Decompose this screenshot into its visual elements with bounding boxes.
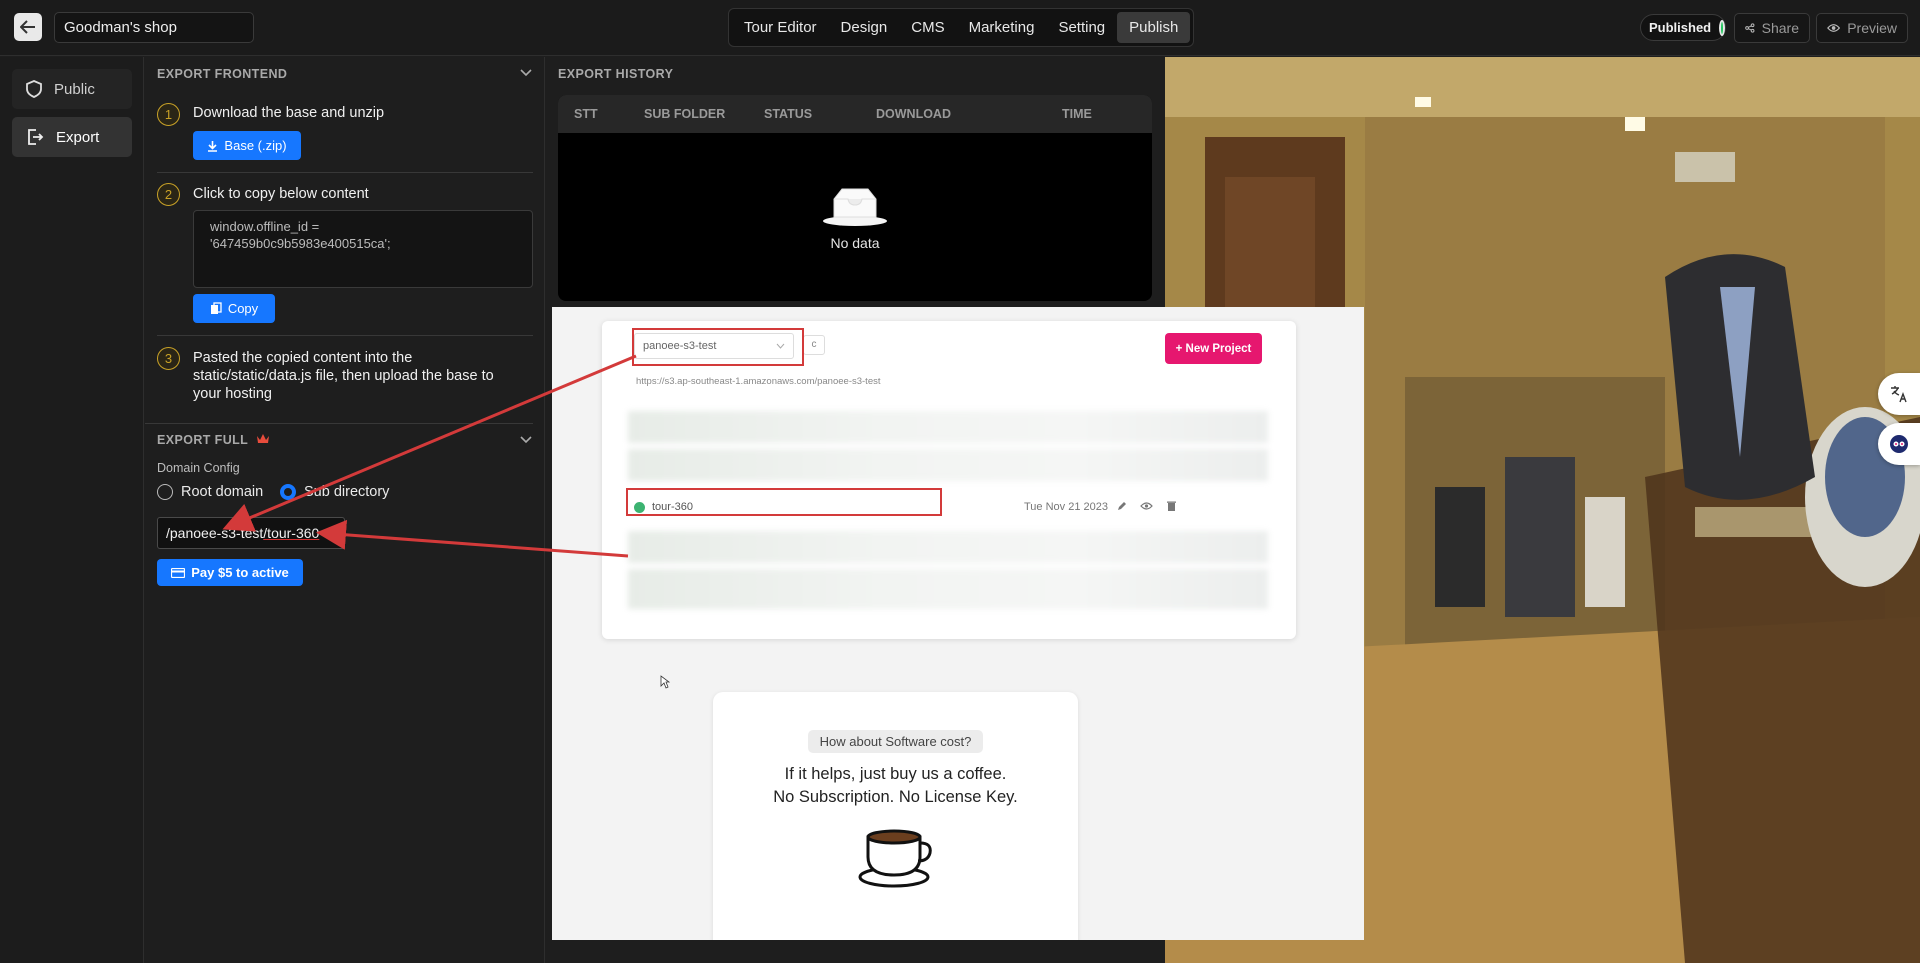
col-time: TIME: [1062, 107, 1092, 121]
refresh-button[interactable]: c: [803, 335, 825, 355]
preview-button[interactable]: Preview: [1816, 13, 1908, 43]
export-panel: EXPORT FRONTEND 1 Download the base and …: [145, 57, 545, 963]
share-label: Share: [1761, 20, 1799, 36]
credit-card-icon: [171, 567, 186, 578]
new-project-button[interactable]: + New Project: [1165, 333, 1262, 364]
shop-name-input[interactable]: Goodman's shop: [54, 12, 254, 43]
col-sub-folder: SUB FOLDER: [644, 107, 726, 121]
empty-state: No data: [558, 133, 1152, 301]
export-frontend-heading: EXPORT FRONTEND: [157, 67, 288, 81]
bot-icon: [1890, 435, 1908, 453]
copy-icon: [210, 302, 222, 314]
sub-directory-input[interactable]: /panoee-s3-test/tour-360: [157, 517, 345, 549]
preview-label: Preview: [1847, 20, 1897, 36]
export-full-heading: EXPORT FULL: [157, 433, 270, 447]
left-sidebar: Public Export: [0, 57, 144, 963]
empty-text: No data: [830, 235, 880, 251]
table-header: STT SUB FOLDER STATUS DOWNLOAD TIME: [558, 95, 1152, 133]
step-text: Click to copy below content: [193, 186, 369, 202]
path-folder: /tour-360: [263, 525, 320, 541]
translate-button[interactable]: [1878, 373, 1920, 415]
share-icon: [1745, 23, 1755, 33]
sidebar-item-label: Export: [56, 128, 100, 146]
tour-date: Tue Nov 21 2023: [1024, 501, 1108, 513]
published-toggle[interactable]: Published: [1640, 14, 1726, 41]
sidebar-item-export[interactable]: Export: [12, 117, 132, 157]
nav-setting[interactable]: Setting: [1046, 12, 1117, 43]
blurred-row: [628, 449, 1268, 481]
coffee-line: If it helps, just buy us a coffee.: [784, 765, 1007, 783]
offline-id-textarea[interactable]: window.offline_id = '647459b0c9b5983e400…: [193, 210, 533, 288]
arrow-left-icon: [20, 20, 35, 34]
shield-icon: [26, 80, 42, 98]
pay-label: Pay $5 to active: [191, 565, 289, 580]
tutorial-overlay: panoee-s3-test c + New Project https://s…: [552, 307, 1364, 940]
chevron-down-icon[interactable]: [520, 69, 532, 77]
copy-label: Copy: [227, 301, 259, 316]
export-history-table: STT SUB FOLDER STATUS DOWNLOAD TIME No d…: [558, 95, 1152, 301]
domain-config-label: Domain Config: [157, 461, 240, 475]
coffee-line: No Subscription. No License Key.: [773, 788, 1018, 806]
col-status: STATUS: [764, 107, 813, 121]
nav-cms[interactable]: CMS: [899, 12, 956, 43]
edit-icon[interactable]: [1116, 500, 1128, 512]
sidebar-item-public[interactable]: Public: [12, 69, 132, 109]
empty-inbox-icon: [823, 188, 887, 226]
nav-marketing[interactable]: Marketing: [957, 12, 1047, 43]
code-line: '647459b0c9b5983e400515ca';: [210, 236, 391, 251]
path-bucket: /panoee-s3-test: [166, 525, 264, 541]
translate-icon: [1891, 386, 1907, 403]
bucket-card: panoee-s3-test c + New Project https://s…: [602, 321, 1296, 639]
nav-design[interactable]: Design: [829, 12, 900, 43]
crown-icon: [256, 434, 269, 443]
coffee-cup-icon: [858, 829, 932, 888]
download-base-button[interactable]: Base (.zip): [193, 131, 301, 160]
sub-directory-label: Sub directory: [304, 484, 390, 500]
download-icon: [208, 140, 218, 152]
eye-icon[interactable]: [1140, 500, 1153, 512]
divider: [145, 423, 533, 424]
sub-directory-radio[interactable]: [280, 484, 296, 500]
root-domain-radio[interactable]: [157, 484, 173, 500]
blurred-row: [628, 411, 1268, 443]
coffee-pill: How about Software cost?: [807, 730, 984, 753]
main-nav: Tour Editor Design CMS Marketing Setting…: [728, 8, 1195, 47]
step-text: Download the base and unzip: [193, 105, 385, 121]
chevron-down-icon[interactable]: [520, 436, 532, 444]
top-bar: Goodman's shop Tour Editor Design CMS Ma…: [0, 0, 1920, 56]
col-stt: STT: [574, 107, 598, 121]
trash-icon[interactable]: [1166, 500, 1177, 512]
back-button[interactable]: [14, 13, 42, 41]
step-text: Pasted the copied content into the stati…: [193, 350, 494, 402]
blurred-row: [628, 569, 1268, 609]
code-line: window.offline_id =: [210, 219, 320, 234]
nav-tour-editor[interactable]: Tour Editor: [732, 12, 829, 43]
col-download: DOWNLOAD: [876, 107, 951, 121]
root-domain-label: Root domain: [181, 484, 264, 500]
cursor-icon: [660, 675, 670, 689]
published-status-dot: [1719, 19, 1725, 36]
export-history-heading: EXPORT HISTORY: [558, 67, 674, 81]
download-base-label: Base (.zip): [224, 138, 287, 153]
divider: [157, 335, 533, 336]
share-button[interactable]: Share: [1734, 13, 1810, 43]
annotation-box-tour: [626, 488, 942, 516]
coffee-card: How about Software cost? If it helps, ju…: [713, 692, 1078, 940]
divider: [157, 172, 533, 173]
assistant-button[interactable]: [1878, 423, 1920, 465]
published-label: Published: [1649, 20, 1712, 35]
sidebar-item-label: Public: [54, 80, 95, 98]
bucket-url: https://s3.ap-southeast-1.amazonaws.com/…: [636, 376, 881, 387]
step-number: 3: [157, 347, 180, 370]
pay-button[interactable]: Pay $5 to active: [157, 559, 303, 586]
blurred-row: [628, 531, 1268, 563]
export-full-label: EXPORT FULL: [157, 433, 248, 447]
eye-icon: [1827, 24, 1841, 32]
export-icon: [28, 129, 44, 145]
step-number: 2: [157, 183, 180, 206]
step-number: 1: [157, 103, 180, 126]
copy-button[interactable]: Copy: [193, 294, 275, 323]
annotation-box-bucket: [632, 328, 804, 366]
nav-publish[interactable]: Publish: [1117, 12, 1191, 43]
